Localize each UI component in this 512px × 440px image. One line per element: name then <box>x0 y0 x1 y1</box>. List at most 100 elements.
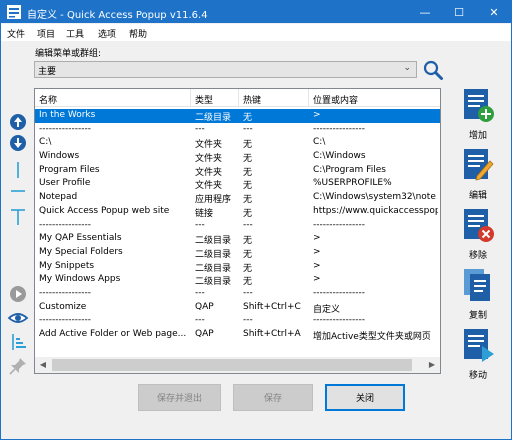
move-icon <box>464 329 494 362</box>
list-row[interactable]: Windows 文件夹 无 C:\Windows <box>35 150 440 164</box>
list-row[interactable]: ---------------- --- --- ---------------- <box>35 314 440 328</box>
edit-button[interactable]: 编辑 <box>456 147 500 205</box>
move-button-label: 移动 <box>468 371 487 381</box>
sort-icon[interactable] <box>7 331 29 353</box>
list-row[interactable]: ---------------- --- --- ---------------- <box>35 219 440 233</box>
list-row[interactable]: User Profile 文件夹 无 %USERPROFILE% <box>35 177 440 191</box>
cell-location: ---------------- <box>313 123 365 134</box>
menu-options[interactable]: 选项 <box>98 27 116 40</box>
cell-location: https://www.quickaccesspop <box>313 205 438 216</box>
cell-type: QAP <box>195 301 214 312</box>
column-header-hotkey[interactable]: 热键 <box>239 89 309 107</box>
close-button[interactable]: 关闭 <box>325 384 405 411</box>
cell-name: ---------------- <box>39 123 91 134</box>
menu-file[interactable]: 文件 <box>7 27 25 40</box>
close-window-button[interactable]: ✕ <box>477 1 511 23</box>
menu-group-select-value: 主要 <box>38 67 57 77</box>
list-row[interactable]: Customize QAP Shift+Ctrl+C 自定义 <box>35 301 440 315</box>
cell-name: My Special Folders <box>39 246 123 257</box>
run-favorite-icon[interactable] <box>7 283 29 305</box>
cell-type: 二级目录 <box>195 249 232 260</box>
list-row[interactable]: ---------------- --- --- ---------------- <box>35 123 440 137</box>
list-row[interactable]: Program Files 文件夹 无 C:\Program Files <box>35 164 440 178</box>
cell-hotkey: 无 <box>243 140 253 151</box>
minimize-button[interactable]: — <box>408 1 442 23</box>
list-row[interactable]: C:\ 文件夹 无 C:\ <box>35 136 440 150</box>
add-column-break-icon[interactable] <box>7 181 29 203</box>
cell-hotkey: 无 <box>243 208 253 219</box>
list-row[interactable]: Notepad 应用程序无 C:\Windows\system32\note <box>35 191 440 205</box>
add-text-separator-icon[interactable] <box>7 206 29 228</box>
cell-location: C:\Program Files <box>313 164 386 175</box>
list-row[interactable]: ---------------- --- --- ---------------- <box>35 287 440 301</box>
list-row[interactable]: My Snippets 二级目录无 > <box>35 260 440 274</box>
cell-hotkey: 无 <box>243 277 253 288</box>
window-title: 自定义 - Quick Access Popup v11.6.4 <box>27 10 208 21</box>
list-row[interactable]: In the Works 二级目录 无 > <box>35 109 440 123</box>
search-icon[interactable] <box>422 59 444 81</box>
cell-location: C:\Windows\system32\note <box>313 192 436 203</box>
cell-hotkey: 无 <box>243 249 253 260</box>
cell-hotkey: --- <box>243 287 253 298</box>
cell-location: > <box>313 233 321 244</box>
cell-type: 二级目录 <box>195 277 232 288</box>
copy-button[interactable]: 复制 <box>456 267 500 325</box>
pin-icon[interactable] <box>7 355 29 377</box>
add-icon <box>464 89 494 122</box>
add-button[interactable]: 增加 <box>456 87 500 145</box>
cell-name: In the Works <box>39 110 96 120</box>
cell-hotkey: Shift+Ctrl+A <box>243 329 301 339</box>
list-row[interactable]: My Windows Apps 二级目录无 > <box>35 273 440 287</box>
eye-icon[interactable] <box>7 307 29 329</box>
list-row[interactable]: My Special Folders 二级目录无 > <box>35 246 440 260</box>
list-row[interactable]: Quick Access Popup web site 链接 无 https://ww… <box>35 205 440 219</box>
cell-hotkey: 无 <box>243 195 253 206</box>
cell-location: 增加Active类型文件夹或网页 <box>313 332 431 342</box>
scroll-right-icon[interactable]: ▶ <box>424 357 440 373</box>
save-button[interactable]: 保存 <box>233 384 313 411</box>
cell-type: 应用程序 <box>195 195 232 206</box>
cell-type: 文件夹 <box>195 167 223 178</box>
cell-name: ---------------- <box>39 287 91 298</box>
remove-button[interactable]: 移除 <box>456 207 500 265</box>
list-row[interactable]: My QAP Essentials 二级目录无 > <box>35 232 440 246</box>
scrollbar-thumb[interactable] <box>52 359 412 371</box>
move-up-icon[interactable] <box>7 111 29 133</box>
column-header-name[interactable]: 名称 <box>35 89 191 107</box>
menu-items[interactable]: 项目 <box>37 27 55 40</box>
cell-type: --- <box>195 123 205 134</box>
qap-customize-window: 自定义 - Quick Access Popup v11.6.4 — ☐ ✕ 文… <box>0 0 512 440</box>
scroll-left-icon[interactable]: ◀ <box>35 357 51 373</box>
horizontal-scrollbar[interactable]: ◀ ▶ <box>35 357 440 373</box>
menu-group-select[interactable]: 主要 ⌄ <box>34 61 417 78</box>
add-button-label: 增加 <box>468 131 487 141</box>
cell-name: Quick Access Popup web site <box>39 205 170 216</box>
cell-location: ---------------- <box>313 315 365 326</box>
cell-hotkey: Shift+Ctrl+C <box>243 301 301 312</box>
cell-location: C:\ <box>313 137 326 148</box>
move-button[interactable]: 移动 <box>456 327 500 385</box>
menu-tools[interactable]: 工具 <box>66 27 84 40</box>
add-separator-icon[interactable] <box>7 159 29 181</box>
cell-location: C:\Windows <box>313 151 366 162</box>
cell-name: My Snippets <box>39 260 95 271</box>
cell-hotkey: 无 <box>243 263 253 274</box>
title-bar[interactable]: 自定义 - Quick Access Popup v11.6.4 — ☐ ✕ <box>1 1 511 23</box>
favorites-list[interactable]: 名称 类型 热键 位置或内容 In the Works 二级目录无 > -------… <box>34 88 441 374</box>
move-down-icon[interactable] <box>7 132 29 154</box>
column-header-location[interactable]: 位置或内容 <box>309 89 440 107</box>
cell-name: Notepad <box>39 192 78 203</box>
cell-location: > <box>313 260 321 271</box>
column-header-type[interactable]: 类型 <box>191 89 239 107</box>
save-and-exit-button[interactable]: 保存并退出 <box>138 384 221 411</box>
list-row[interactable]: Add Active Folder or Web page... QAP Shift… <box>35 328 440 342</box>
remove-icon <box>464 209 494 242</box>
cell-name: My Windows Apps <box>39 274 121 285</box>
maximize-button[interactable]: ☐ <box>442 1 476 23</box>
cell-hotkey: --- <box>243 315 253 326</box>
chevron-down-icon: ⌄ <box>403 63 411 73</box>
cell-type: 二级目录 <box>195 263 232 274</box>
menu-help[interactable]: 帮助 <box>129 27 147 40</box>
cell-type: 文件夹 <box>195 181 223 192</box>
list-header: 名称 类型 热键 位置或内容 <box>35 89 440 107</box>
